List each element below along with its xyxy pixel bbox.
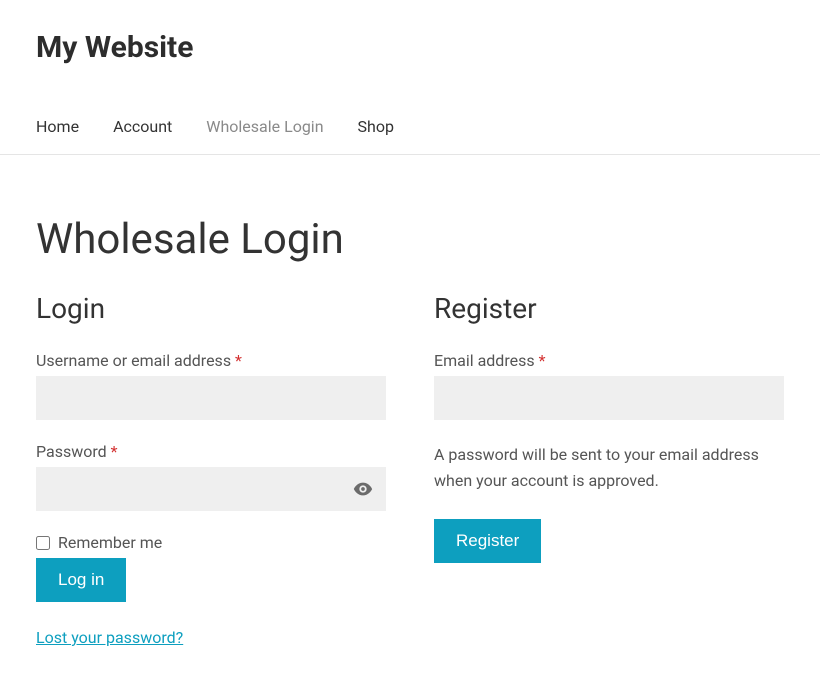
password-input[interactable] — [36, 467, 386, 511]
nav-item-shop[interactable]: Shop — [358, 117, 394, 136]
register-email-field-row: Email address * — [434, 351, 784, 420]
lost-password-link[interactable]: Lost your password? — [36, 628, 183, 647]
login-column: Login Username or email address * Passwo… — [36, 292, 386, 647]
page-title: Wholesale Login — [36, 215, 784, 264]
register-email-label: Email address * — [434, 351, 784, 370]
remember-me-checkbox[interactable] — [36, 536, 50, 550]
main-nav: Home Account Wholesale Login Shop — [36, 117, 784, 154]
site-title: My Website — [36, 30, 784, 65]
nav-item-wholesale-login[interactable]: Wholesale Login — [206, 117, 323, 136]
remember-me-label: Remember me — [58, 533, 162, 552]
password-input-wrapper — [36, 467, 386, 511]
register-email-input[interactable] — [434, 376, 784, 420]
username-field-row: Username or email address * — [36, 351, 386, 420]
nav-item-home[interactable]: Home — [36, 117, 79, 136]
required-mark: * — [539, 351, 546, 370]
password-field-row: Password * — [36, 442, 386, 511]
register-email-label-text: Email address — [434, 351, 539, 370]
register-column: Register Email address * A password will… — [434, 292, 784, 647]
required-mark: * — [111, 442, 118, 461]
username-input[interactable] — [36, 376, 386, 420]
password-label: Password * — [36, 442, 386, 461]
remember-me-row: Remember me — [36, 533, 386, 552]
register-helper-text: A password will be sent to your email ad… — [434, 442, 784, 495]
required-mark: * — [235, 351, 242, 370]
password-label-text: Password — [36, 442, 111, 461]
login-register-columns: Login Username or email address * Passwo… — [36, 292, 784, 647]
login-button[interactable]: Log in — [36, 558, 126, 602]
nav-item-account[interactable]: Account — [113, 117, 172, 136]
nav-divider — [0, 154, 820, 155]
username-label-text: Username or email address — [36, 351, 235, 370]
username-label: Username or email address * — [36, 351, 386, 370]
eye-icon[interactable] — [352, 478, 374, 500]
register-heading: Register — [434, 292, 784, 325]
login-heading: Login — [36, 292, 386, 325]
register-button[interactable]: Register — [434, 519, 541, 563]
